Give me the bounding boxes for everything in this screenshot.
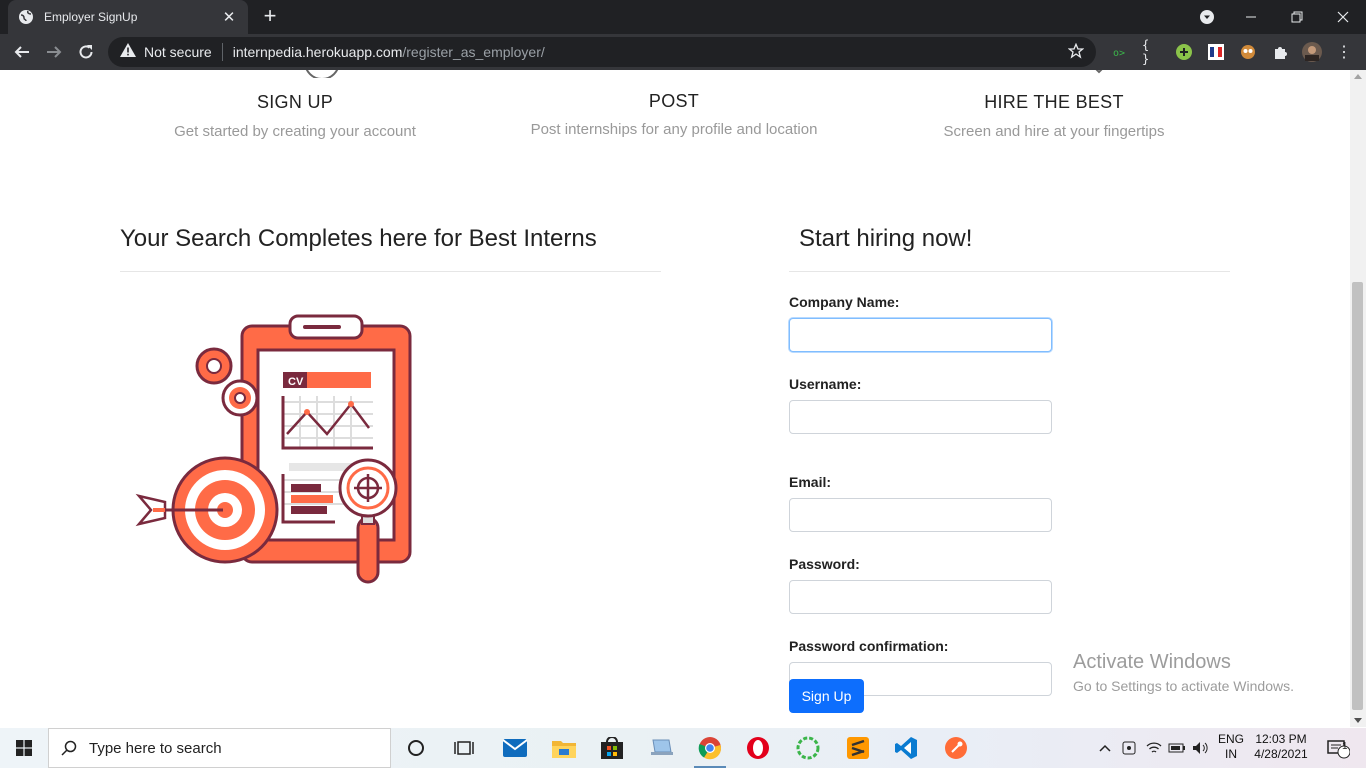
reload-icon[interactable] (73, 40, 99, 64)
form-title: Start hiring now! (799, 225, 973, 252)
tab-title: Employer SignUp (44, 10, 138, 24)
chevron-up-icon[interactable] (1094, 728, 1116, 768)
meet-now-icon[interactable] (1118, 728, 1140, 768)
activate-windows-watermark: Activate Windows Go to Settings to activ… (1073, 651, 1294, 694)
taskbar-search-input[interactable]: Type here to search (48, 728, 391, 768)
signup-step-icon (305, 70, 339, 78)
search-icon (61, 740, 77, 756)
url-path: /register_as_employer/ (402, 44, 545, 60)
warning-icon[interactable] (120, 42, 136, 62)
username-field[interactable] (789, 400, 1052, 434)
extension-green-icon[interactable]: o> (1112, 43, 1130, 61)
username-label: Username: (789, 376, 862, 392)
clock[interactable]: 12:03 PM 4/28/2021 (1250, 732, 1312, 762)
minimize-icon[interactable] (1228, 0, 1274, 34)
sublime-text-icon[interactable] (834, 728, 882, 768)
owl-extension-icon[interactable] (1239, 43, 1257, 61)
password-confirmation-label: Password confirmation: (789, 638, 949, 654)
forward-icon[interactable] (41, 40, 67, 64)
security-label[interactable]: Not secure (144, 44, 212, 60)
json-braces-icon[interactable]: { } (1142, 38, 1160, 66)
url-host: internpedia.herokuapp.com (232, 44, 403, 60)
password-field[interactable] (789, 580, 1052, 614)
cv-clipboard-illustration: CV (135, 314, 412, 584)
tab-employer-signup[interactable]: Employer SignUp ✕ (8, 0, 248, 34)
restore-icon[interactable] (1274, 0, 1320, 34)
hire-step-icon (1095, 70, 1103, 74)
back-icon[interactable] (9, 40, 35, 64)
opera-icon[interactable] (734, 728, 782, 768)
windows-taskbar: Type here to search ENG IN 12:03 PM 4/28… (0, 728, 1366, 768)
search-placeholder: Type here to search (89, 739, 222, 757)
page-content: SIGN UP Get started by creating your acc… (0, 70, 1350, 727)
section-title: Your Search Completes here for Best Inte… (120, 225, 597, 252)
feature-subtitle: Screen and hire at your fingertips (943, 123, 1165, 140)
scroll-up-icon[interactable] (1354, 74, 1362, 79)
company-name-field[interactable] (789, 318, 1052, 352)
section-divider (120, 271, 661, 272)
chrome-icon[interactable] (686, 728, 734, 768)
cv-label: CV (288, 376, 304, 388)
bookmark-star-icon[interactable] (1067, 42, 1085, 64)
sign-up-button[interactable]: Sign Up (789, 679, 864, 713)
postman-icon[interactable] (932, 728, 980, 768)
language-code: ENG (1217, 732, 1244, 746)
watermark-title: Activate Windows (1073, 651, 1231, 673)
globe-icon (18, 9, 34, 25)
language-indicator[interactable]: ENG IN (1214, 732, 1248, 762)
feature-post: POST Post internships for any profile an… (484, 91, 864, 138)
omnibox-separator (221, 43, 223, 61)
avatar[interactable] (1302, 42, 1322, 62)
password-label: Password: (789, 556, 860, 572)
feature-subtitle: Post internships for any profile and loc… (530, 121, 818, 138)
notification-count: 1 (1342, 741, 1348, 752)
address-bar[interactable]: Not secure internpedia.herokuapp.com/reg… (108, 37, 1096, 67)
file-explorer-icon[interactable] (540, 728, 588, 768)
email-label: Email: (789, 474, 832, 490)
wifi-icon[interactable] (1143, 728, 1165, 768)
clock-date: 4/28/2021 (1254, 747, 1308, 761)
tab-search-icon[interactable] (1184, 0, 1230, 34)
microsoft-store-icon[interactable] (588, 728, 636, 768)
feature-title: HIRE THE BEST (984, 92, 1124, 112)
puzzle-extension-icon[interactable] (1271, 43, 1289, 61)
feature-hire-the-best: HIRE THE BEST Screen and hire at your fi… (864, 92, 1244, 140)
scroll-down-icon[interactable] (1354, 718, 1362, 723)
plus-extension-icon[interactable] (1175, 43, 1193, 61)
task-view-icon[interactable] (440, 728, 488, 768)
region-code: IN (1225, 747, 1237, 761)
windows-start-icon[interactable] (0, 728, 48, 768)
notifications-icon[interactable]: 1 (1318, 728, 1358, 768)
svg-text:o>: o> (1113, 48, 1125, 59)
new-tab-button[interactable]: + (258, 5, 282, 28)
browser-tabbar: Employer SignUp ✕ + (0, 0, 1366, 34)
feature-subtitle: Get started by creating your account (174, 123, 416, 140)
this-pc-icon[interactable] (638, 728, 686, 768)
volume-icon[interactable] (1190, 728, 1212, 768)
menu-icon[interactable]: ⋮ (1335, 43, 1353, 61)
mail-icon[interactable] (491, 728, 539, 768)
form-divider (789, 271, 1230, 272)
battery-icon[interactable] (1166, 728, 1188, 768)
scrollbar-thumb[interactable] (1352, 282, 1363, 710)
watermark-subtitle: Go to Settings to activate Windows. (1073, 678, 1294, 694)
flag-extension-icon[interactable] (1207, 43, 1225, 61)
email-field[interactable] (789, 498, 1052, 532)
feature-sign-up: SIGN UP Get started by creating your acc… (105, 92, 485, 140)
close-window-icon[interactable] (1320, 0, 1366, 34)
green-circle-app-icon[interactable] (784, 728, 832, 768)
company-name-label: Company Name: (789, 294, 900, 310)
close-tab-icon[interactable]: ✕ (220, 8, 238, 26)
feature-title: SIGN UP (256, 92, 334, 112)
feature-title: POST (648, 91, 700, 111)
employer-signup-form: Company Name: Username: Email: Password:… (789, 294, 1059, 696)
vscode-icon[interactable] (882, 728, 930, 768)
clock-time: 12:03 PM (1255, 732, 1307, 746)
cortana-icon[interactable] (392, 728, 440, 768)
page-scrollbar[interactable] (1350, 70, 1366, 727)
browser-toolbar: Not secure internpedia.herokuapp.com/reg… (0, 34, 1366, 70)
